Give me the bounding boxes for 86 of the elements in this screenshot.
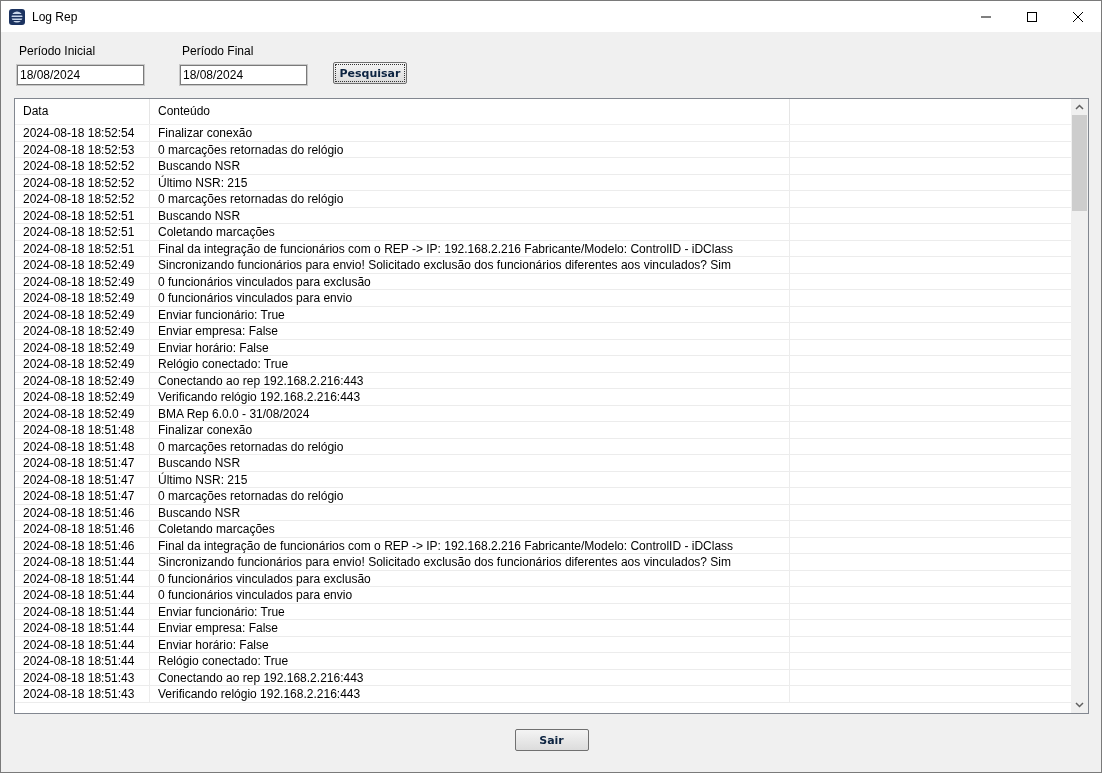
content-cell: Enviar empresa: False <box>150 620 790 636</box>
content-cell: Enviar funcionário: True <box>150 306 790 322</box>
date-cell: 2024-08-18 18:51:46 <box>15 537 150 553</box>
date-cell: 2024-08-18 18:52:49 <box>15 306 150 322</box>
content-cell: Finalizar conexão <box>150 125 790 141</box>
date-cell: 2024-08-18 18:52:52 <box>15 158 150 174</box>
date-cell: 2024-08-18 18:52:51 <box>15 207 150 223</box>
date-cell: 2024-08-18 18:52:49 <box>15 323 150 339</box>
content-cell: Buscando NSR <box>150 455 790 471</box>
date-cell: 2024-08-18 18:52:49 <box>15 405 150 421</box>
maximize-icon[interactable] <box>1026 10 1038 23</box>
content-cell: Buscando NSR <box>150 504 790 520</box>
date-cell: 2024-08-18 18:52:53 <box>15 141 150 157</box>
date-cell: 2024-08-18 18:51:44 <box>15 653 150 669</box>
content-cell: Verificando relógio 192.168.2.216:443 <box>150 686 790 702</box>
date-cell: 2024-08-18 18:52:54 <box>15 125 150 141</box>
date-cell: 2024-08-18 18:52:49 <box>15 290 150 306</box>
content-cell: 0 funcionários vinculados para exclusão <box>150 570 790 586</box>
content-cell: Último NSR: 215 <box>150 471 790 487</box>
content-cell: Coletando marcações <box>150 521 790 537</box>
content-cell: 0 marcações retornadas do relógio <box>150 438 790 454</box>
date-cell: 2024-08-18 18:51:46 <box>15 504 150 520</box>
date-cell: 2024-08-18 18:52:49 <box>15 356 150 372</box>
window-title: Log Rep <box>32 9 78 24</box>
date-cell: 2024-08-18 18:51:47 <box>15 488 150 504</box>
content-cell: 0 marcações retornadas do relógio <box>150 191 790 207</box>
date-cell: 2024-08-18 18:52:49 <box>15 273 150 289</box>
content-cell: Conectando ao rep 192.168.2.216:443 <box>150 669 790 685</box>
content-cell: Enviar funcionário: True <box>150 603 790 619</box>
column-header[interactable]: Data <box>15 99 150 124</box>
date-cell: 2024-08-18 18:51:48 <box>15 422 150 438</box>
content-cell: 0 funcionários vinculados para envio <box>150 290 790 306</box>
content-cell: 0 funcionários vinculados para exclusão <box>150 273 790 289</box>
content-cell: Enviar horário: False <box>150 339 790 355</box>
content-cell: Coletando marcações <box>150 224 790 240</box>
field-label: Período Inicial <box>18 44 97 58</box>
date-cell: 2024-08-18 18:51:44 <box>15 603 150 619</box>
date-field[interactable]: 18/08/2024 <box>17 65 144 85</box>
content-cell: 0 funcionários vinculados para envio <box>150 587 790 603</box>
column-header[interactable]: Conteúdo <box>150 99 790 124</box>
date-cell: 2024-08-18 18:51:44 <box>15 554 150 570</box>
app-icon <box>9 8 25 25</box>
date-cell: 2024-08-18 18:51:46 <box>15 521 150 537</box>
date-cell: 2024-08-18 18:52:49 <box>15 257 150 273</box>
date-cell: 2024-08-18 18:51:44 <box>15 570 150 586</box>
date-field[interactable]: 18/08/2024 <box>180 65 307 85</box>
content-cell: Finalizar conexão <box>150 422 790 438</box>
content-cell: Buscando NSR <box>150 158 790 174</box>
date-cell: 2024-08-18 18:51:44 <box>15 587 150 603</box>
content-cell: Verificando relógio 192.168.2.216:443 <box>150 389 790 405</box>
content-cell: BMA Rep 6.0.0 - 31/08/2024 <box>150 405 790 421</box>
content-cell: Enviar horário: False <box>150 636 790 652</box>
content-cell: Relógio conectado: True <box>150 356 790 372</box>
search-button[interactable]: Pesquisar <box>333 62 407 84</box>
content-cell: Conectando ao rep 192.168.2.216:443 <box>150 372 790 388</box>
date-cell: 2024-08-18 18:51:47 <box>15 471 150 487</box>
content-cell: Relógio conectado: True <box>150 653 790 669</box>
content-cell: Sincronizando funcionários para envio! Solicitado exclusão dos funcionários diferentes aos vinculados? Sim <box>150 554 790 570</box>
content-cell: 0 marcações retornadas do relógio <box>150 141 790 157</box>
date-cell: 2024-08-18 18:52:49 <box>15 339 150 355</box>
scroll-up-icon[interactable] <box>1075 104 1084 110</box>
date-cell: 2024-08-18 18:51:48 <box>15 438 150 454</box>
date-cell: 2024-08-18 18:52:51 <box>15 240 150 256</box>
date-cell: 2024-08-18 18:51:47 <box>15 455 150 471</box>
content-cell: Enviar empresa: False <box>150 323 790 339</box>
content-cell: Último NSR: 215 <box>150 174 790 190</box>
scrollbar-thumb[interactable] <box>1072 115 1087 211</box>
exit-button[interactable]: Sair <box>514 729 589 751</box>
date-cell: 2024-08-18 18:52:52 <box>15 191 150 207</box>
date-cell: 2024-08-18 18:52:52 <box>15 174 150 190</box>
scroll-down-icon[interactable] <box>1075 702 1084 708</box>
content-cell: Final da integração de funcionários com o REP -> IP: 192.168.2.216 Fabricante/Modelo: ControlID - iDClass <box>150 240 790 256</box>
date-cell: 2024-08-18 18:52:51 <box>15 224 150 240</box>
date-cell: 2024-08-18 18:51:43 <box>15 669 150 685</box>
date-cell: 2024-08-18 18:52:49 <box>15 372 150 388</box>
date-cell: 2024-08-18 18:51:44 <box>15 620 150 636</box>
field-label: Período Final <box>181 44 255 58</box>
content-cell: Final da integração de funcionários com o REP -> IP: 192.168.2.216 Fabricante/Modelo: ControlID - iDClass <box>150 537 790 553</box>
close-icon[interactable] <box>1072 10 1084 23</box>
content-cell: Buscando NSR <box>150 207 790 223</box>
scrollbar[interactable] <box>1071 99 1088 713</box>
content-cell: Sincronizando funcionários para envio! Solicitado exclusão dos funcionários diferentes aos vinculados? Sim <box>150 257 790 273</box>
date-cell: 2024-08-18 18:52:49 <box>15 389 150 405</box>
date-cell: 2024-08-18 18:51:44 <box>15 636 150 652</box>
date-cell: 2024-08-18 18:51:43 <box>15 686 150 702</box>
content-cell: 0 marcações retornadas do relógio <box>150 488 790 504</box>
